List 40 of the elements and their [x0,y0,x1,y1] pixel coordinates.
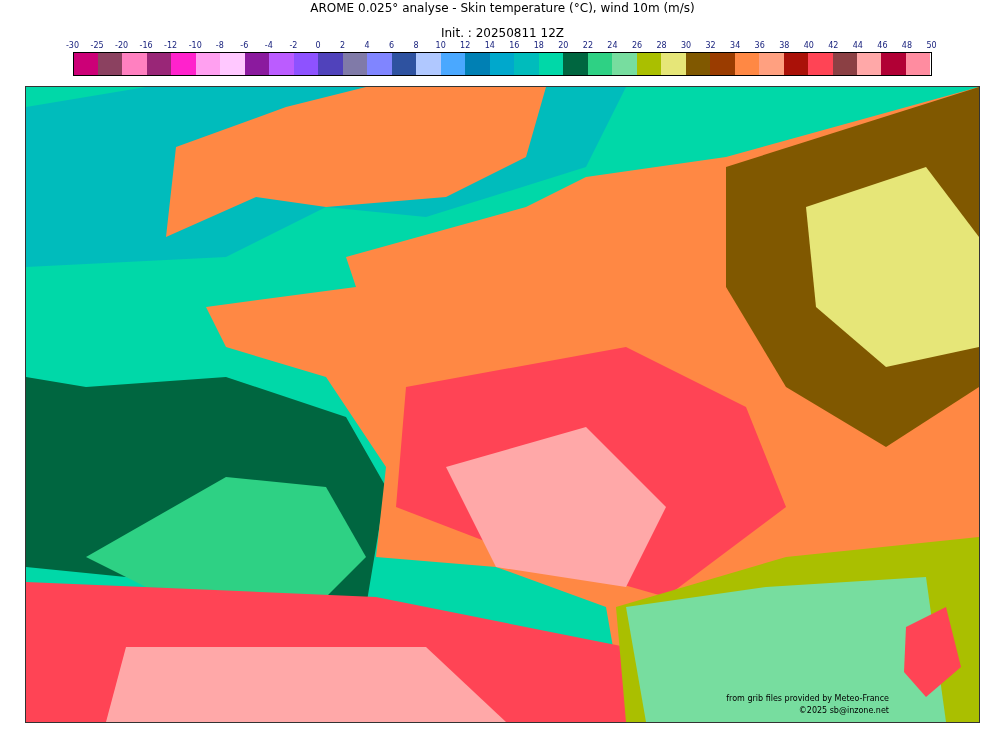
colorbar-tick-label: -10 [188,41,202,51]
colorbar-tick-label: -30 [65,41,80,51]
colorbar-tick-label: 0 [315,41,321,51]
colorbar-tick-label: 14 [484,41,495,51]
colorbar-tick-label: -8 [215,41,224,51]
credit-text: from grib files provided by Meteo-France [726,694,889,704]
colorbar-tick-label: 50 [926,41,937,51]
colorbar-tick-label: -4 [264,41,273,51]
colorbar-tick-label: 40 [803,41,814,51]
init-time: Init. : 20250811 12Z [440,26,565,40]
colorbar-tick-label: 32 [705,41,716,51]
colorbar-tick-label: -20 [115,41,129,51]
colorbar-tick-label: 36 [754,41,765,51]
colorbar-tick-label: 24 [607,41,618,51]
colorbar-tick-label: 10 [435,41,446,51]
colorbar-tick-label: 16 [509,41,520,51]
colorbar-tick-label: -6 [240,41,249,51]
colorbar-tick-label: 20 [558,41,569,51]
colorbar-tick-label: 42 [828,41,839,51]
colorbar-tick-label: 6 [389,41,395,51]
colorbar-tick-label: -16 [139,41,153,51]
colorbar-tick-label: -2 [289,41,298,51]
colorbar-tick-label: 4 [364,41,370,51]
colorbar-tick-label: 46 [877,41,888,51]
colorbar-tick-label: 2 [339,41,345,51]
colorbar-tick-label: 48 [901,41,913,51]
colorbar-tick-label: -25 [90,41,104,51]
colorbar-tick-label: 28 [656,41,667,51]
colorbar-tick-label: 30 [680,41,692,51]
colorbar-tick-label: 38 [779,41,790,51]
colorbar-tick-label: -12 [164,41,178,51]
colorbar-tick-label: 18 [533,41,544,51]
credit-text: ©2025 sb@inzone.net [798,706,889,715]
colorbar-tick-label: 34 [730,41,741,51]
chart-title: AROME 0.025° analyse - Skin temperature (°C), wind 10m (m/s) [310,1,695,15]
colorbar-tick-label: 44 [852,41,863,51]
colorbar-tick-label: 12 [460,41,471,51]
colorbar-tick-label: 26 [631,41,643,51]
colorbar-tick-label: 8 [413,41,419,51]
colorbar-tick-label: 22 [582,41,593,51]
